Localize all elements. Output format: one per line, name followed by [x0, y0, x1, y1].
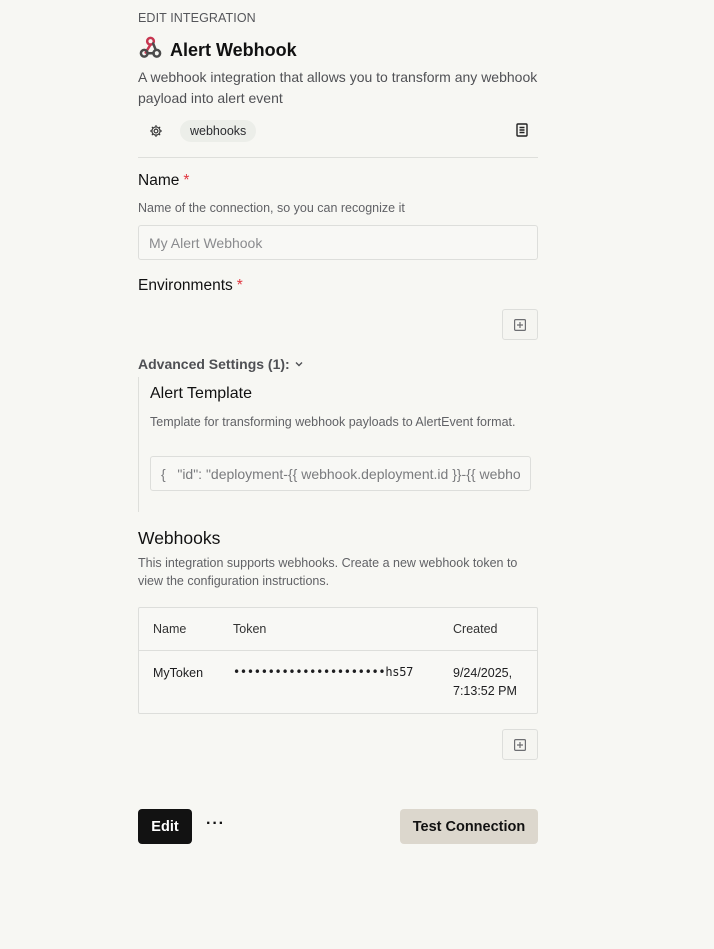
form-footer: Edit ··· Test Connection [138, 809, 538, 844]
webhooks-title: Webhooks [138, 528, 221, 548]
advanced-settings-toggle[interactable]: Advanced Settings (1): [138, 356, 304, 372]
name-help: Name of the connection, so you can recog… [138, 201, 405, 215]
column-header-created: Created [453, 622, 498, 636]
environments-label: Environments * [138, 277, 243, 295]
alert-template-help: Template for transforming webhook payloa… [150, 415, 516, 429]
alert-template-label: Alert Template [150, 385, 252, 402]
name-label-text: Name [138, 172, 180, 189]
webhooks-help: This integration supports webhooks. Crea… [138, 556, 518, 588]
column-header-name: Name [153, 622, 187, 636]
webhook-logo-icon [138, 35, 163, 65]
integration-description: A webhook integration that allows you to… [138, 69, 538, 106]
more-options-button[interactable]: ··· [206, 815, 225, 833]
header-divider [138, 157, 538, 158]
advanced-settings-panel: Alert Template Template for transforming… [138, 377, 539, 512]
webhooks-table: Name Token Created MyToken •••••••••••••… [138, 607, 538, 714]
name-label: Name * [138, 172, 189, 190]
environments-label-text: Environments [138, 277, 233, 294]
gear-icon[interactable] [149, 124, 163, 138]
token-name-cell: MyToken [153, 666, 204, 680]
created-time-cell: 7:13:52 PM [453, 684, 517, 698]
advanced-settings-label: Advanced Settings (1): [138, 356, 290, 372]
token-value-cell: ••••••••••••••••••••••hs57 [233, 665, 414, 679]
plus-square-icon [514, 738, 526, 751]
alert-template-input[interactable] [150, 456, 531, 491]
title-row: Alert Webhook [138, 35, 297, 65]
edit-button[interactable]: Edit [138, 809, 192, 844]
tag-row: webhooks [138, 119, 538, 143]
add-environment-button[interactable] [502, 309, 538, 340]
chevron-down-icon [295, 362, 303, 367]
plus-square-icon [514, 318, 526, 331]
document-icon[interactable] [516, 123, 530, 138]
tag-chip: webhooks [180, 120, 257, 142]
column-header-token: Token [233, 622, 267, 636]
required-marker: * [183, 172, 190, 189]
page-title: Alert Webhook [170, 39, 297, 60]
test-connection-button[interactable]: Test Connection [400, 809, 538, 844]
table-header: Name Token Created [139, 608, 537, 651]
name-input[interactable] [138, 225, 538, 260]
created-date-cell: 9/24/2025, [453, 666, 513, 680]
page-eyebrow: EDIT INTEGRATION [138, 11, 256, 25]
required-marker: * [236, 277, 243, 294]
add-webhook-token-button[interactable] [502, 729, 538, 760]
